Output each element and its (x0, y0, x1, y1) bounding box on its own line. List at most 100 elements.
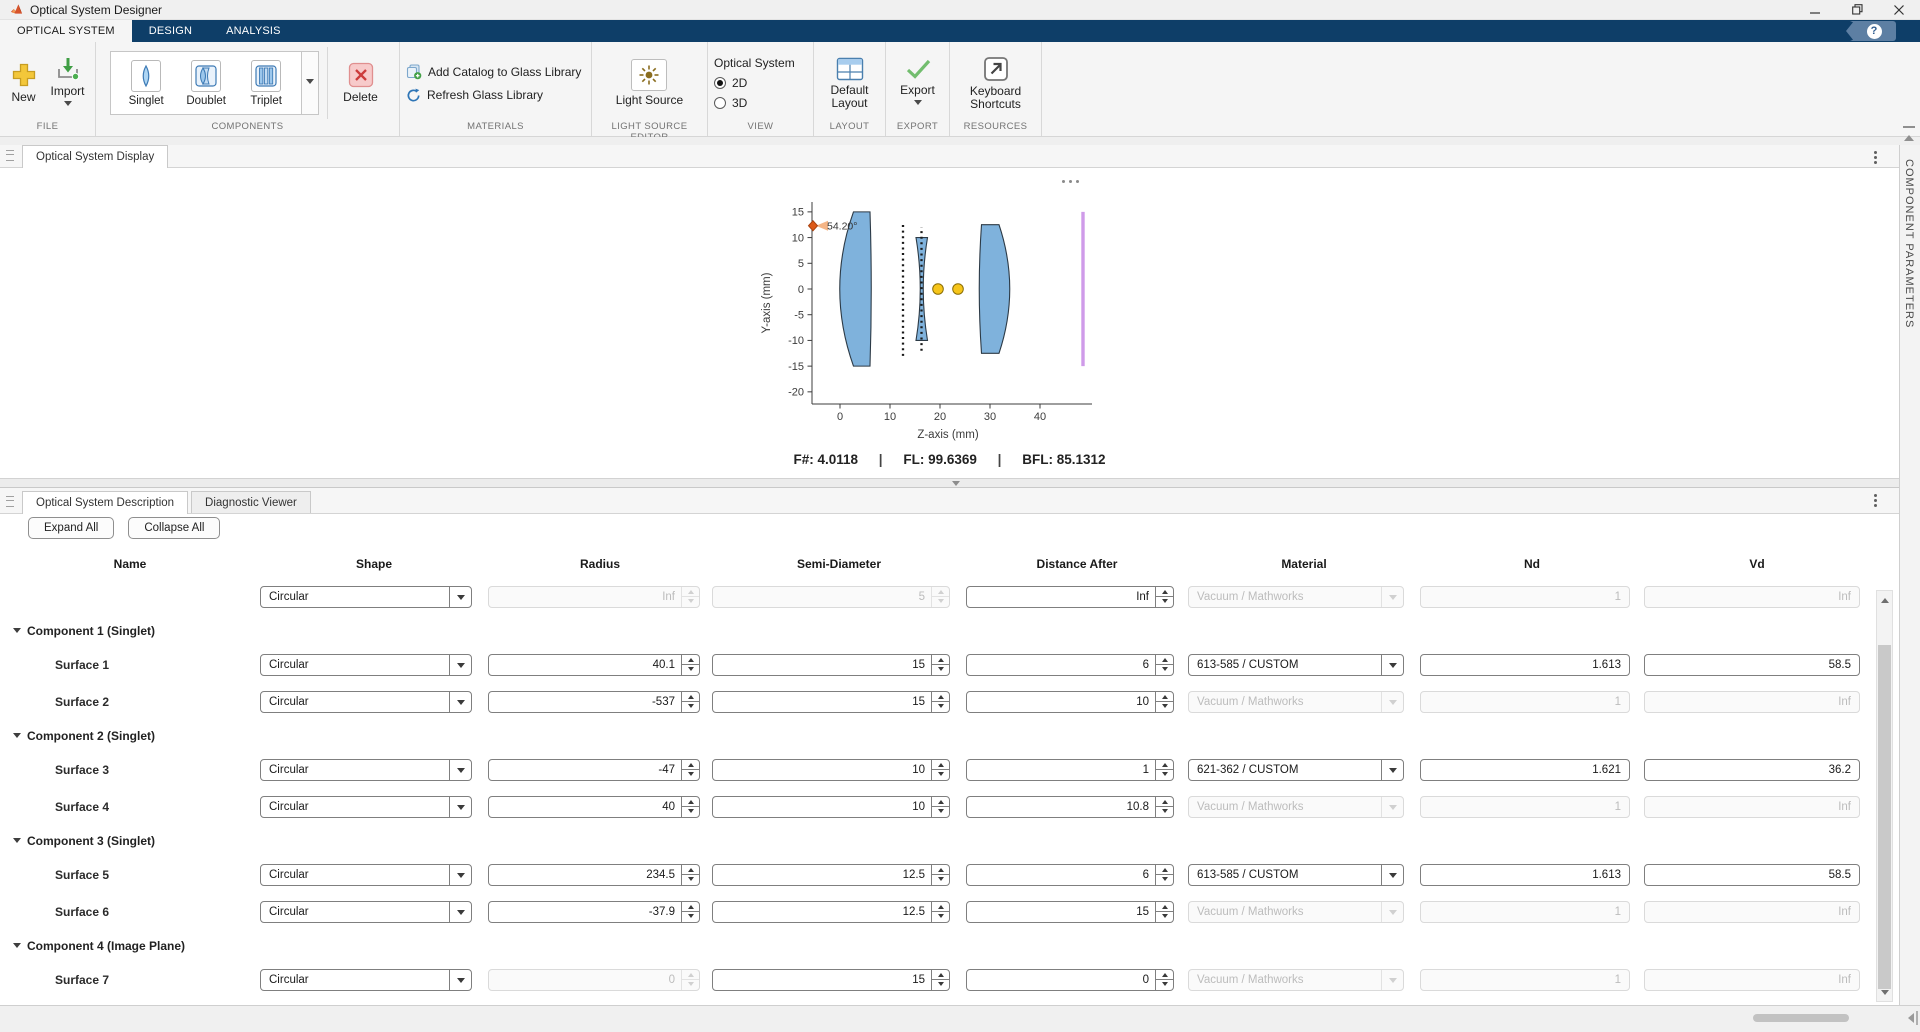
panel-splitter[interactable] (0, 478, 1920, 488)
radius-spinner[interactable] (488, 759, 700, 781)
semi-diameter-spinner[interactable] (712, 901, 950, 923)
semi-diameter-spinner[interactable] (712, 654, 950, 676)
shape-dropdown[interactable]: Circular (260, 759, 472, 781)
spinner-down-icon[interactable] (932, 875, 949, 885)
spinner-up-icon[interactable] (1156, 655, 1173, 666)
nd-field[interactable] (1420, 864, 1630, 886)
spinner-down-icon[interactable] (682, 770, 699, 780)
spinner-up-icon[interactable] (932, 692, 949, 703)
shape-dropdown[interactable]: Circular (260, 586, 472, 608)
spinner-up-icon[interactable] (1156, 587, 1173, 598)
component-group-row[interactable]: Component 1 (Singlet) (0, 615, 1899, 646)
vd-field[interactable] (1644, 864, 1860, 886)
close-button[interactable] (1878, 0, 1920, 19)
semi-diameter-spinner-input[interactable] (713, 801, 931, 813)
spinner-up-icon[interactable] (682, 760, 699, 771)
minimize-button[interactable] (1794, 0, 1836, 19)
spinner-up-icon[interactable] (932, 797, 949, 808)
component-group-row[interactable]: Component 3 (Singlet) (0, 825, 1899, 856)
distance-after-spinner[interactable] (966, 796, 1174, 818)
shape-dropdown[interactable]: Circular (260, 691, 472, 713)
radio-2d[interactable]: 2D (714, 76, 747, 90)
shape-dropdown[interactable]: Circular (260, 654, 472, 676)
spinner-up-icon[interactable] (932, 655, 949, 666)
shape-dropdown[interactable]: Circular (260, 796, 472, 818)
distance-after-spinner-input[interactable] (967, 869, 1155, 881)
radius-spinner[interactable] (488, 691, 700, 713)
panel-drag-handle[interactable] (6, 496, 14, 507)
material-dropdown[interactable]: 613-585 / CUSTOM (1188, 654, 1404, 676)
spinner-down-icon[interactable] (682, 665, 699, 675)
add-catalog-button[interactable]: Add Catalog to Glass Library (406, 64, 581, 80)
singlet-button[interactable]: Singlet (116, 60, 176, 107)
radius-spinner-input[interactable] (489, 801, 681, 813)
spinner-up-icon[interactable] (1156, 865, 1173, 876)
spinner-up-icon[interactable] (932, 865, 949, 876)
spinner-down-icon[interactable] (1156, 807, 1173, 817)
semi-diameter-spinner-input[interactable] (713, 764, 931, 776)
scroll-down-icon[interactable] (1877, 987, 1892, 1001)
spinner-down-icon[interactable] (1156, 875, 1173, 885)
spinner-up-icon[interactable] (932, 970, 949, 981)
spinner-down-icon[interactable] (1156, 912, 1173, 922)
radius-spinner-input[interactable] (489, 659, 681, 671)
distance-after-spinner[interactable] (966, 901, 1174, 923)
spinner-down-icon[interactable] (932, 807, 949, 817)
radius-spinner[interactable] (488, 901, 700, 923)
delete-button[interactable]: Delete (336, 60, 385, 106)
semi-diameter-spinner-input[interactable] (713, 906, 931, 918)
distance-after-spinner-input[interactable] (967, 906, 1155, 918)
default-layout-button[interactable]: Default Layout (823, 55, 875, 112)
semi-diameter-spinner[interactable] (712, 691, 950, 713)
scroll-up-icon[interactable] (1877, 591, 1892, 605)
spinner-down-icon[interactable] (1156, 665, 1173, 675)
plot-toolbar-dots-icon[interactable] (1062, 180, 1083, 183)
distance-after-spinner-input[interactable] (967, 974, 1155, 986)
distance-after-spinner-input[interactable] (967, 764, 1155, 776)
new-button[interactable]: New (4, 60, 44, 106)
collapse-triangle-icon[interactable] (13, 628, 21, 637)
spinner-up-icon[interactable] (682, 902, 699, 913)
panel-drag-handle[interactable] (6, 150, 14, 161)
tab-optical-system-display[interactable]: Optical System Display (22, 145, 168, 168)
spinner-up-icon[interactable] (682, 655, 699, 666)
dropdown-arrow-icon[interactable] (449, 655, 471, 675)
distance-after-spinner[interactable] (966, 969, 1174, 991)
material-dropdown[interactable]: 621-362 / CUSTOM (1188, 759, 1404, 781)
description-panel-menu-icon[interactable] (1874, 494, 1877, 497)
refresh-glass-library-button[interactable]: Refresh Glass Library (406, 88, 543, 103)
expand-all-button[interactable]: Expand All (28, 517, 114, 539)
table-vertical-scrollbar[interactable] (1876, 590, 1893, 1002)
doublet-button[interactable]: Doublet (176, 60, 236, 107)
distance-after-spinner-input[interactable] (967, 591, 1155, 603)
spinner-down-icon[interactable] (932, 912, 949, 922)
spinner-up-icon[interactable] (1156, 692, 1173, 703)
dropdown-arrow-icon[interactable] (449, 902, 471, 922)
distance-after-spinner[interactable] (966, 691, 1174, 713)
spinner-down-icon[interactable] (1156, 980, 1173, 990)
spinner-up-icon[interactable] (682, 865, 699, 876)
spinner-down-icon[interactable] (932, 770, 949, 780)
spinner-up-icon[interactable] (1156, 902, 1173, 913)
shape-dropdown[interactable]: Circular (260, 901, 472, 923)
spinner-down-icon[interactable] (1156, 770, 1173, 780)
tab-design[interactable]: DESIGN (132, 20, 209, 42)
spinner-down-icon[interactable] (1156, 597, 1173, 607)
collapse-up-icon[interactable] (1897, 126, 1920, 141)
shape-dropdown[interactable]: Circular (260, 864, 472, 886)
semi-diameter-spinner[interactable] (712, 796, 950, 818)
tab-optical-system[interactable]: OPTICAL SYSTEM (0, 20, 132, 42)
spinner-up-icon[interactable] (932, 760, 949, 771)
distance-after-spinner-input[interactable] (967, 801, 1155, 813)
radius-spinner-input[interactable] (489, 869, 681, 881)
nd-field[interactable] (1420, 654, 1630, 676)
component-group-row[interactable]: Component 2 (Singlet) (0, 720, 1899, 751)
distance-after-spinner-input[interactable] (967, 659, 1155, 671)
distance-after-spinner[interactable] (966, 654, 1174, 676)
dropdown-arrow-icon[interactable] (1381, 655, 1403, 675)
dropdown-arrow-icon[interactable] (1381, 865, 1403, 885)
spinner-down-icon[interactable] (932, 665, 949, 675)
component-parameters-strip[interactable]: COMPONENT PARAMETERS (1899, 145, 1920, 1005)
help-button[interactable]: ? (1846, 21, 1896, 41)
gallery-expand-button[interactable] (302, 51, 319, 115)
